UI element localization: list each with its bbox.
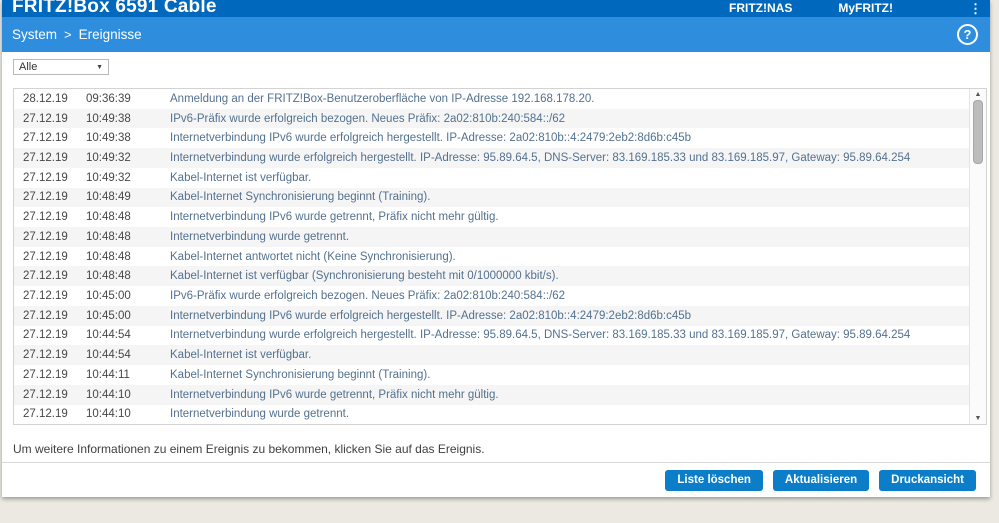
- event-message: Kabel-Internet ist verfügbar.: [170, 349, 312, 362]
- event-list: 28.12.19 09:36:39 Anmeldung an der FRITZ…: [13, 88, 987, 425]
- event-row[interactable]: 27.12.19 10:49:32 Internetverbindung wur…: [14, 148, 986, 168]
- event-message: Internetverbindung IPv6 wurde getrennt, …: [170, 388, 499, 401]
- event-date: 27.12.19: [23, 171, 68, 184]
- event-time: 10:48:48: [86, 250, 131, 263]
- event-time: 10:45:00: [86, 290, 131, 303]
- content-card: FRITZ!Box 6591 Cable FRITZ!NAS MyFRITZ! …: [2, 0, 990, 497]
- event-date: 27.12.19: [23, 349, 68, 362]
- event-row[interactable]: 28.12.19 09:36:39 Anmeldung an der FRITZ…: [14, 89, 986, 109]
- event-hint-text: Um weitere Informationen zu einem Ereign…: [13, 442, 485, 456]
- event-message: Internetverbindung wurde getrennt.: [170, 230, 350, 243]
- chevron-right-icon: >: [64, 27, 72, 42]
- event-message: Internetverbindung wurde getrennt.: [170, 408, 350, 421]
- scroll-down-icon[interactable]: ▼: [970, 413, 986, 424]
- event-time: 10:49:32: [86, 152, 131, 165]
- event-row[interactable]: 27.12.19 10:48:49 Kabel-Internet Synchro…: [14, 187, 986, 208]
- event-date: 27.12.19: [23, 211, 68, 224]
- event-filter-select[interactable]: Alle ▼: [13, 59, 109, 75]
- breadcrumb-system[interactable]: System: [12, 27, 57, 42]
- event-row[interactable]: 27.12.19 10:49:32 Kabel-Internet ist ver…: [14, 168, 986, 188]
- event-time: 10:44:10: [86, 388, 131, 401]
- event-row[interactable]: 27.12.19 10:44:54 Internetverbindung wur…: [14, 326, 986, 346]
- event-row[interactable]: 27.12.19 10:45:00 IPv6-Präfix wurde erfo…: [14, 286, 986, 306]
- menu-dots-icon[interactable]: ⋮: [969, 1, 982, 16]
- breadcrumb: System > Ereignisse: [12, 27, 142, 42]
- event-time: 10:49:38: [86, 112, 131, 125]
- event-date: 27.12.19: [23, 408, 68, 421]
- event-date: 27.12.19: [23, 309, 68, 322]
- event-time: 10:48:48: [86, 211, 131, 224]
- event-time: 10:44:54: [86, 349, 131, 362]
- event-date: 27.12.19: [23, 191, 68, 204]
- event-date: 27.12.19: [23, 290, 68, 303]
- event-message: Internetverbindung IPv6 wurde getrennt, …: [170, 211, 499, 224]
- event-rows: 28.12.19 09:36:39 Anmeldung an der FRITZ…: [14, 89, 986, 424]
- event-message: Internetverbindung IPv6 wurde erfolgreic…: [170, 132, 692, 145]
- event-date: 27.12.19: [23, 388, 68, 401]
- event-time: 10:48:48: [86, 270, 131, 283]
- event-message: Anmeldung an der FRITZ!Box-Benutzeroberf…: [170, 92, 595, 105]
- event-message: Kabel-Internet ist verfügbar (Synchronis…: [170, 270, 559, 283]
- top-header-bar: FRITZ!Box 6591 Cable FRITZ!NAS MyFRITZ! …: [2, 0, 990, 17]
- event-row[interactable]: 27.12.19 10:44:10 Internetverbindung wur…: [14, 405, 986, 425]
- event-time: 10:45:00: [86, 309, 131, 322]
- scrollbar[interactable]: ▲ ▼: [969, 89, 986, 424]
- filter-selected-value: Alle: [19, 61, 38, 73]
- event-date: 27.12.19: [23, 250, 68, 263]
- event-date: 27.12.19: [23, 132, 68, 145]
- event-date: 27.12.19: [23, 329, 68, 342]
- event-time: 09:36:39: [86, 92, 131, 105]
- event-row[interactable]: 27.12.19 10:44:54 Kabel-Internet ist ver…: [14, 345, 986, 366]
- event-row[interactable]: 27.12.19 10:49:38 IPv6-Präfix wurde erfo…: [14, 108, 986, 129]
- event-message: Internetverbindung wurde erfolgreich her…: [170, 152, 911, 165]
- event-message: IPv6-Präfix wurde erfolgreich bezogen. N…: [170, 112, 566, 125]
- event-message: Kabel-Internet Synchronisierung beginnt …: [170, 191, 431, 204]
- event-time: 10:44:11: [86, 368, 130, 381]
- event-message: Internetverbindung wurde erfolgreich her…: [170, 329, 911, 342]
- scrollbar-thumb[interactable]: [973, 100, 983, 164]
- event-message: Internetverbindung IPv6 wurde erfolgreic…: [170, 309, 692, 322]
- event-time: 10:49:32: [86, 171, 131, 184]
- breadcrumb-bar: System > Ereignisse ?: [2, 17, 990, 52]
- event-time: 10:48:48: [86, 230, 131, 243]
- footer-button-bar: Liste löschen Aktualisieren Druckansicht: [2, 462, 990, 497]
- delete-list-button[interactable]: Liste löschen: [665, 469, 763, 491]
- event-date: 27.12.19: [23, 230, 68, 243]
- event-row[interactable]: 27.12.19 10:44:10 Internetverbindung IPv…: [14, 384, 986, 405]
- event-date: 27.12.19: [23, 270, 68, 283]
- event-time: 10:44:10: [86, 408, 131, 421]
- event-date: 27.12.19: [23, 112, 68, 125]
- event-message: IPv6-Präfix wurde erfolgreich bezogen. N…: [170, 290, 566, 303]
- event-date: 28.12.19: [23, 92, 68, 105]
- myfritz-link[interactable]: MyFRITZ!: [838, 0, 893, 16]
- event-row[interactable]: 27.12.19 10:49:38 Internetverbindung IPv…: [14, 128, 986, 148]
- help-icon[interactable]: ?: [957, 24, 978, 45]
- event-row[interactable]: 27.12.19 10:48:48 Kabel-Internet ist ver…: [14, 266, 986, 287]
- fritznas-link[interactable]: FRITZ!NAS: [729, 0, 792, 16]
- event-time: 10:49:38: [86, 132, 131, 145]
- print-view-button[interactable]: Druckansicht: [879, 469, 976, 491]
- chevron-down-icon: ▼: [96, 63, 103, 71]
- topbar-links: FRITZ!NAS MyFRITZ! ⋮: [729, 0, 982, 16]
- event-row[interactable]: 27.12.19 10:48:48 Internetverbindung IPv…: [14, 207, 986, 227]
- breadcrumb-ereignisse: Ereignisse: [78, 27, 142, 42]
- event-message: Kabel-Internet antwortet nicht (Keine Sy…: [170, 250, 456, 263]
- refresh-button[interactable]: Aktualisieren: [772, 469, 870, 491]
- event-message: Kabel-Internet Synchronisierung beginnt …: [170, 368, 431, 381]
- event-row[interactable]: 27.12.19 10:48:48 Internetverbindung wur…: [14, 227, 986, 247]
- scroll-up-icon[interactable]: ▲: [970, 89, 986, 100]
- event-row[interactable]: 27.12.19 10:45:00 Internetverbindung IPv…: [14, 305, 986, 326]
- event-time: 10:48:49: [86, 191, 131, 204]
- app-title: FRITZ!Box 6591 Cable: [12, 0, 217, 17]
- event-message: Kabel-Internet ist verfügbar.: [170, 171, 312, 184]
- event-date: 27.12.19: [23, 368, 68, 381]
- event-row[interactable]: 27.12.19 10:48:48 Kabel-Internet antwort…: [14, 247, 986, 267]
- event-row[interactable]: 27.12.19 10:44:11 Kabel-Internet Synchro…: [14, 365, 986, 385]
- event-time: 10:44:54: [86, 329, 131, 342]
- event-date: 27.12.19: [23, 152, 68, 165]
